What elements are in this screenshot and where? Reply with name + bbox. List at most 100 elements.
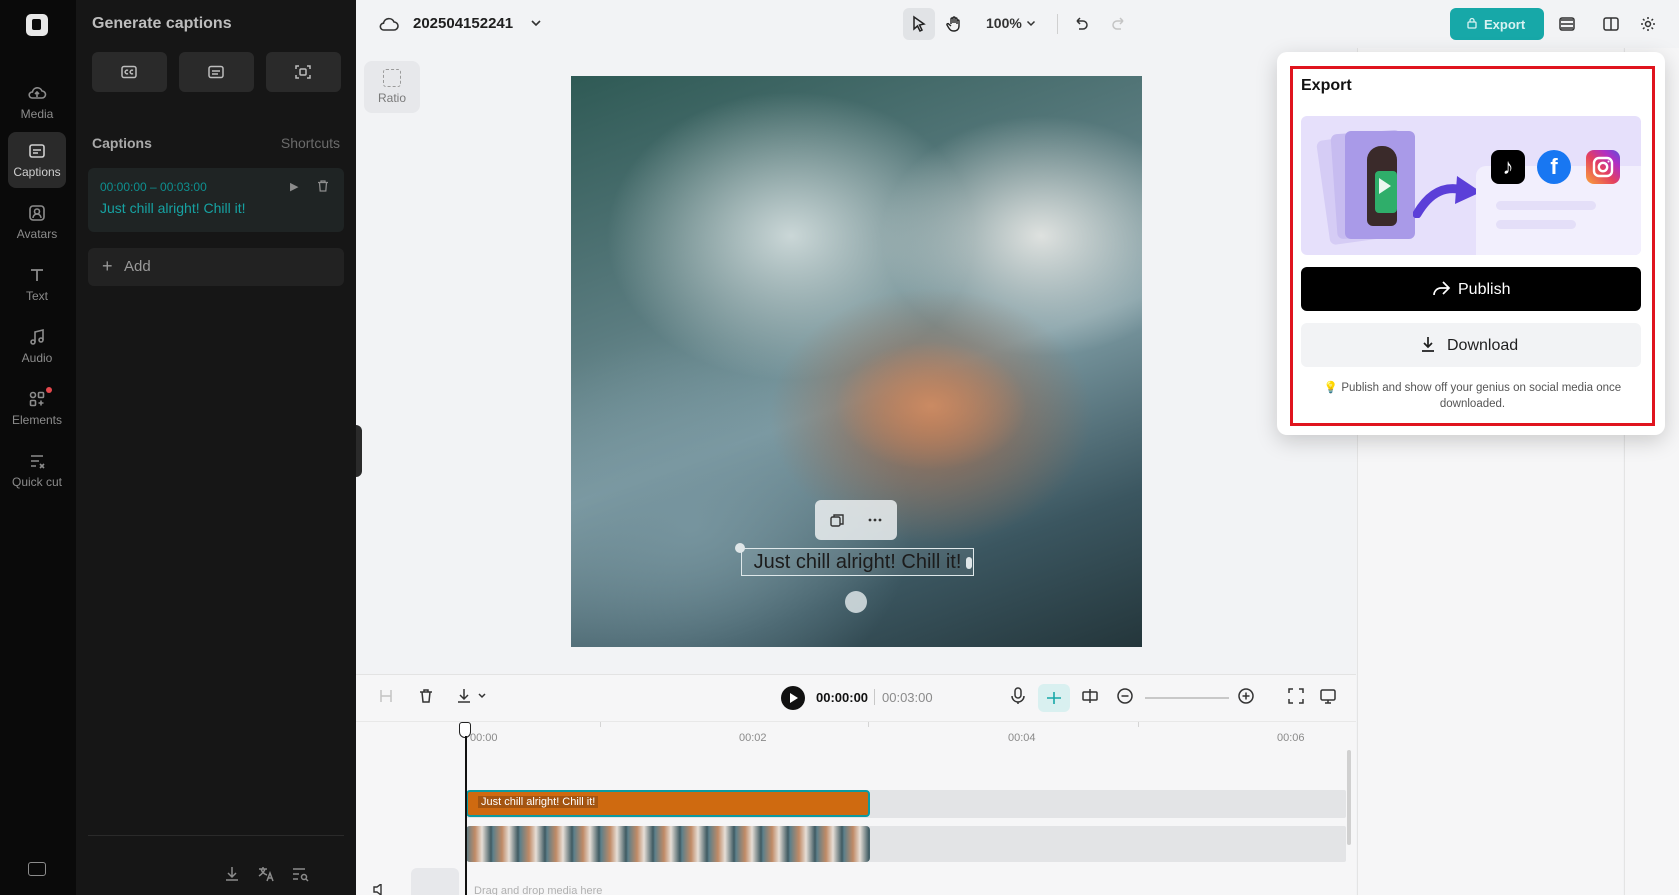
resize-handle[interactable] xyxy=(966,557,972,569)
settings-button[interactable] xyxy=(1632,8,1664,40)
timeline-scrollbar[interactable] xyxy=(1347,750,1351,845)
scan-icon xyxy=(295,65,311,79)
rail-item-text[interactable]: Text xyxy=(8,256,66,312)
add-caption-label: Add xyxy=(124,258,151,275)
export-button-label: Export xyxy=(1484,17,1526,32)
play-button[interactable] xyxy=(781,686,805,710)
hand-tool-button[interactable] xyxy=(938,8,970,40)
undo-button[interactable] xyxy=(1065,8,1097,40)
rail-item-label: Elements xyxy=(11,413,63,427)
total-time: 00:03:00 xyxy=(882,690,933,705)
panel-collapse-handle[interactable] xyxy=(356,425,362,477)
layers-icon xyxy=(1559,17,1575,31)
keyboard-icon[interactable] xyxy=(28,862,46,876)
caption-clip[interactable]: Just chill alright! Chill it! xyxy=(466,790,870,817)
rail-item-quick-cut[interactable]: Quick cut xyxy=(8,442,66,508)
facebook-glyph: f xyxy=(1550,154,1558,179)
auto-captions-button[interactable] xyxy=(92,52,167,92)
rail-item-label: Captions xyxy=(13,165,61,179)
promo-placeholder-bar xyxy=(1496,201,1596,210)
zoom-out-icon[interactable] xyxy=(1115,686,1135,706)
play-icon xyxy=(1379,178,1391,194)
timeline-zoom-slider[interactable] xyxy=(1145,697,1229,699)
facebook-icon: f xyxy=(1537,150,1571,184)
rail-item-captions[interactable]: Captions xyxy=(8,132,66,188)
ruler-tick-label: 00:04 xyxy=(1008,732,1036,744)
rail-item-elements[interactable]: Elements xyxy=(8,380,66,436)
project-name[interactable]: 202504152241 xyxy=(413,15,513,32)
caption-text-overlay[interactable]: Just chill alright! Chill it! xyxy=(741,548,974,576)
fullscreen-icon[interactable] xyxy=(1286,686,1306,706)
select-tool-button[interactable] xyxy=(903,8,935,40)
cloud-sync-icon[interactable] xyxy=(378,14,400,34)
download-icon[interactable] xyxy=(222,864,242,884)
zoom-level[interactable]: 100% xyxy=(986,15,1022,31)
avatar-icon xyxy=(27,203,47,223)
panel-toggle-button[interactable] xyxy=(1595,8,1627,40)
quick-cut-icon xyxy=(27,451,47,471)
rail-item-label: Text xyxy=(25,289,48,303)
ruler-tick-label: 00:00 xyxy=(470,732,498,744)
export-button[interactable]: Export xyxy=(1450,8,1544,40)
text-icon xyxy=(27,265,47,285)
lock-icon xyxy=(1467,17,1477,29)
ratio-label: Ratio xyxy=(377,91,406,105)
resize-handle[interactable] xyxy=(735,543,745,553)
ruler-tick xyxy=(600,722,601,727)
cc-icon xyxy=(121,65,137,79)
publish-button[interactable]: Publish xyxy=(1301,267,1641,311)
rail-item-avatars[interactable]: Avatars xyxy=(8,194,66,250)
cursor-icon xyxy=(913,15,926,33)
video-clip[interactable] xyxy=(466,826,870,862)
search-list-icon[interactable] xyxy=(290,864,310,884)
download-button-label: Download xyxy=(1447,337,1519,354)
element-toolbar xyxy=(815,500,897,540)
ratio-button[interactable]: Ratio xyxy=(364,61,420,113)
scan-captions-button[interactable] xyxy=(266,52,341,92)
chevron-down-icon[interactable] xyxy=(530,17,542,29)
download-icon xyxy=(1422,337,1434,352)
rail-item-audio[interactable]: Audio xyxy=(8,318,66,374)
subtitle-icon xyxy=(208,65,224,79)
duplicate-icon[interactable] xyxy=(829,512,845,528)
expand-tracks-button[interactable] xyxy=(411,868,459,895)
download-button[interactable]: Download xyxy=(1301,323,1641,367)
split-icon[interactable] xyxy=(376,686,396,706)
split-clip-icon[interactable] xyxy=(1080,686,1100,706)
play-icon[interactable]: ▶ xyxy=(290,180,304,194)
redo-button[interactable] xyxy=(1103,8,1135,40)
rotate-handle-icon[interactable] xyxy=(845,591,867,613)
shortcuts-link[interactable]: Shortcuts xyxy=(281,135,340,151)
download-menu-icon[interactable] xyxy=(455,686,491,706)
drop-media-hint: Drag and drop media here xyxy=(474,885,603,895)
share-icon xyxy=(1433,281,1451,296)
instagram-icon xyxy=(1586,150,1620,184)
captions-panel: Generate captions Captions Shortcuts 00:… xyxy=(76,0,356,895)
layers-button[interactable] xyxy=(1551,8,1583,40)
volume-icon[interactable] xyxy=(372,884,388,895)
ruler-tick xyxy=(1138,722,1139,727)
zoom-in-icon[interactable] xyxy=(1236,686,1256,706)
ruler-tick xyxy=(868,722,869,727)
add-caption-button[interactable]: + Add xyxy=(88,248,344,286)
rail-item-media[interactable]: Media xyxy=(8,74,66,130)
caption-item[interactable]: 00:00:00 – 00:03:00 Just chill alright! … xyxy=(88,168,344,232)
caption-text[interactable]: Just chill alright! Chill it! xyxy=(100,200,246,216)
more-icon[interactable] xyxy=(867,512,883,528)
split-panel-icon xyxy=(1603,17,1619,31)
microphone-icon[interactable] xyxy=(1008,686,1028,706)
chevron-down-icon[interactable] xyxy=(1026,18,1036,28)
translate-icon[interactable] xyxy=(256,864,276,884)
notification-dot xyxy=(46,387,52,393)
trash-icon[interactable] xyxy=(416,686,436,706)
trash-icon[interactable] xyxy=(316,179,330,193)
timeline-ruler[interactable] xyxy=(356,721,1356,722)
playhead[interactable] xyxy=(465,736,467,895)
divider xyxy=(88,835,344,836)
app-logo[interactable] xyxy=(26,14,48,36)
music-note-icon xyxy=(27,327,47,347)
tiktok-glyph: ♪ xyxy=(1502,154,1514,179)
manual-captions-button[interactable] xyxy=(179,52,254,92)
rail-item-label: Avatars xyxy=(16,227,58,241)
monitor-icon[interactable] xyxy=(1318,686,1338,706)
